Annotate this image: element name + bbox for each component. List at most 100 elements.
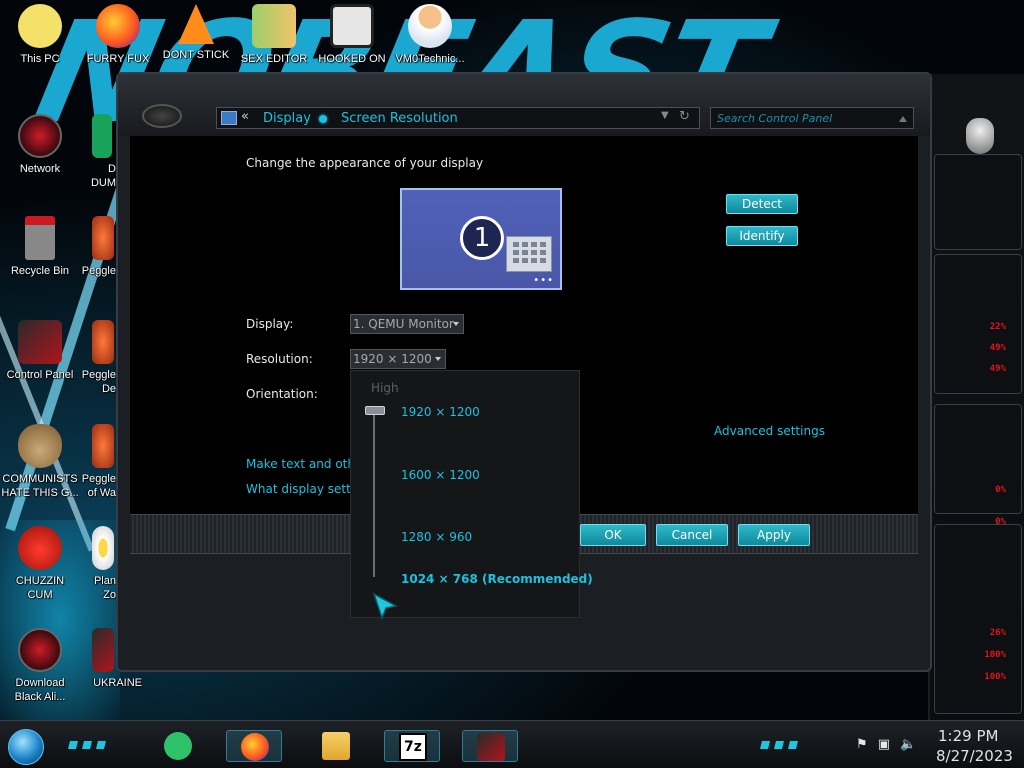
panel-block <box>934 404 1022 514</box>
page-title: Change the appearance of your display <box>246 156 484 170</box>
net-readout: 100% <box>984 650 1006 660</box>
taskbar-app-file-explorer[interactable] <box>308 730 364 762</box>
taskbar-app-7zip[interactable]: 7z <box>384 730 440 762</box>
desktop-icon-vm0technic[interactable]: VM0Technic... <box>390 4 470 66</box>
flag-icon[interactable]: ⚑ <box>856 737 868 752</box>
alienware-orb-icon <box>18 628 62 672</box>
resolution-select[interactable]: 1920 × 1200 <box>350 349 446 369</box>
breadcrumb-display[interactable]: Display <box>263 111 311 126</box>
desktop-icon-label: De <box>101 383 116 395</box>
display-label: Display: <box>246 317 294 331</box>
resolution-option-recommended[interactable]: 1024 × 768 (Recommended) <box>401 572 593 586</box>
monitor-number-badge: 1 <box>460 216 504 260</box>
control-panel-icon <box>18 320 62 364</box>
desktop-icon-peggle-wa[interactable]: Peggle of Wa <box>62 424 116 500</box>
display-select[interactable]: 1. QEMU Monitor <box>350 314 464 334</box>
hxd-editor-icon <box>252 4 296 48</box>
cancel-button[interactable]: Cancel <box>656 524 728 546</box>
desktop-icon-label: DUM <box>90 177 116 189</box>
ok-button[interactable]: OK <box>580 524 646 546</box>
notes-icon <box>164 732 192 760</box>
clock-time[interactable]: 1:29 PM <box>938 727 998 745</box>
desktop-icon-label: D <box>108 163 116 175</box>
this-pc-icon <box>18 4 62 48</box>
desktop-icon-label: VM0Technic... <box>395 53 465 65</box>
ukraine-app-icon <box>92 628 114 672</box>
advanced-settings-link[interactable]: Advanced settings <box>714 424 825 438</box>
chevron-down-icon[interactable]: ▼ <box>661 110 669 121</box>
resolution-option[interactable]: 1280 × 960 <box>401 530 472 544</box>
desktop-icon-plants-zombies[interactable]: Plan Zo <box>62 526 116 602</box>
start-button[interactable] <box>8 729 44 765</box>
taskbar-decor <box>68 741 106 749</box>
taskbar-app-notes[interactable] <box>150 730 206 762</box>
firefox-icon <box>241 733 269 761</box>
disk-readout: 0% <box>995 485 1006 495</box>
system-tray: ⚑ ▣ 🔈 <box>856 737 916 752</box>
disk-readout: 0% <box>995 517 1006 527</box>
taskbar: 7z ⚑ ▣ 🔈 1:29 PM 8/27/2023 <box>0 720 1024 768</box>
desktop-icon-label: Peggle <box>81 473 116 485</box>
desktop-icon-label: UKRAINE <box>93 677 142 689</box>
taskbar-app-alienware[interactable] <box>462 730 518 762</box>
network-icon <box>18 114 62 158</box>
mem-readout: 49% <box>989 364 1006 374</box>
chevron-down-icon <box>453 322 459 326</box>
resolution-slider-popup[interactable]: High 1920 × 1200 1600 × 1200 1280 × 960 … <box>350 370 593 618</box>
volume-icon[interactable]: 🔈 <box>900 737 916 752</box>
chevron-down-icon <box>435 357 441 361</box>
taskbar-app-firefox[interactable] <box>226 730 282 762</box>
display-select-value: 1. QEMU Monitor <box>353 317 454 331</box>
alien-head-icon <box>966 118 994 154</box>
search-icon[interactable] <box>899 114 907 122</box>
flower-icon <box>92 526 114 570</box>
doctor-avatar-icon <box>408 4 452 48</box>
detect-button[interactable]: Detect <box>726 194 798 214</box>
resolution-option[interactable]: 1600 × 1200 <box>401 468 480 482</box>
panel-block <box>934 154 1022 250</box>
resolution-slider-track[interactable] <box>373 409 375 577</box>
desktop-icon-label: Peggle <box>81 369 116 381</box>
network-status-icon[interactable]: ▣ <box>878 737 890 752</box>
desktop-icon-furry-fux[interactable]: FURRY FUX <box>78 4 158 66</box>
mem-readout: 49% <box>989 343 1006 353</box>
desktop-icon-label: Black Ali... <box>14 691 66 703</box>
panel-block <box>934 524 1022 714</box>
back-chevron-icon[interactable]: « <box>241 109 249 124</box>
search-input[interactable]: Search Control Panel <box>710 107 914 129</box>
identify-button[interactable]: Identify <box>726 226 798 246</box>
desktop-icon-peggle-de[interactable]: Peggle De <box>62 320 116 396</box>
resolution-slider-thumb[interactable] <box>365 406 385 415</box>
taskbar-decor <box>760 741 798 749</box>
resolution-option[interactable]: 1920 × 1200 <box>401 405 480 419</box>
desktop-icon-label: FURRY FUX <box>86 53 150 65</box>
monitor-preview[interactable]: 1 ••• <box>400 188 562 290</box>
desktop-icon-label: This PC <box>20 53 60 65</box>
desktop-icon-sex-editor[interactable]: SEX EDITOR <box>234 4 314 66</box>
calculator-grid-icon <box>506 236 552 272</box>
chuzzle-icon <box>18 526 62 570</box>
desktop-icon-dont-stick[interactable]: DONT STICK <box>156 4 236 62</box>
window-titlebar[interactable]: « Display Screen Resolution ▼ ↻ Search C… <box>118 74 930 136</box>
desktop-icon-label: SEX EDITOR <box>240 53 308 65</box>
desktop-icon-hooked-on[interactable]: HOOKED ON <box>312 4 392 66</box>
desktop-icon-this-pc[interactable]: This PC <box>0 4 80 66</box>
7zip-icon: 7z <box>399 733 427 761</box>
net-readout: 100% <box>984 672 1006 682</box>
address-bar[interactable]: « Display Screen Resolution ▼ ↻ <box>216 107 700 129</box>
desktop-icon-d-dum[interactable]: D DUM <box>62 114 116 190</box>
app-icon <box>92 114 112 158</box>
breadcrumb-screen-resolution[interactable]: Screen Resolution <box>341 111 458 126</box>
desktop-icon-label: Plan <box>93 575 116 587</box>
clock-date[interactable]: 8/27/2023 <box>936 747 1013 765</box>
vlc-cone-icon <box>178 4 214 44</box>
money-bag-icon <box>18 424 62 468</box>
desktop-icon-label: HOOKED ON <box>318 53 386 65</box>
monitor-icon <box>221 111 237 125</box>
desktop-icon-label: Zo <box>103 589 116 601</box>
apply-button[interactable]: Apply <box>738 524 810 546</box>
alienware-side-panel: 22% 49% 49% 0% 0% 26% 100% 100% <box>928 74 1024 734</box>
desktop-icon-peggle[interactable]: Peggle <box>62 216 116 278</box>
refresh-icon[interactable]: ↻ <box>679 109 690 124</box>
search-placeholder: Search Control Panel <box>717 112 833 125</box>
